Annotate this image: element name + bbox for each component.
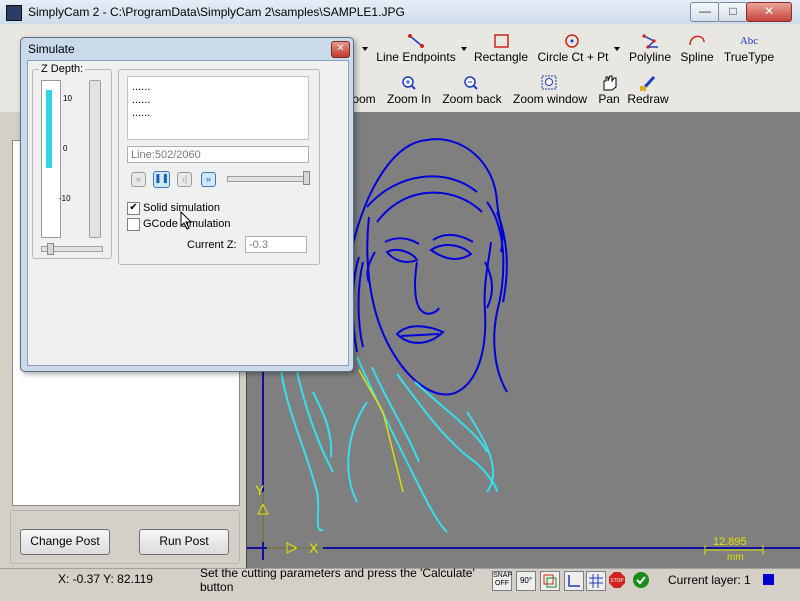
truetype-button[interactable]: Abc TrueType	[722, 32, 776, 68]
change-post-button[interactable]: Change Post	[20, 529, 110, 555]
fast-forward-button[interactable]: »	[201, 172, 216, 187]
z-depth-slider-thumb[interactable]	[47, 243, 54, 255]
snap-off-icon[interactable]: SNAP OFF	[492, 571, 512, 591]
app-icon	[6, 5, 22, 21]
rectangle-button[interactable]: Rectangle	[472, 32, 530, 68]
z-tick-label: -10	[59, 194, 71, 203]
simulate-body: Z Depth: 10 0 -10 ...... ...... ...... L…	[27, 60, 349, 366]
layer-color-swatch[interactable]	[763, 574, 774, 585]
zoom-window-label: Zoom window	[512, 92, 588, 106]
polyline-button[interactable]: Polyline	[626, 32, 674, 68]
toolpath-drawing	[280, 356, 498, 533]
axis-y-label: Y	[255, 482, 265, 498]
current-z-field: -0.3	[245, 236, 307, 253]
simulation-controls-group: ...... ...... ...... Line:502/2060 « ❚❚ …	[118, 69, 320, 265]
pan-hand-icon	[603, 75, 617, 91]
z-depth-label: Z Depth:	[39, 63, 86, 75]
pause-button[interactable]: ❚❚	[153, 171, 170, 188]
zoom-window-button[interactable]: Zoom window	[510, 74, 590, 110]
simulation-speed-slider[interactable]	[227, 176, 309, 182]
log-line: ......	[132, 107, 151, 119]
axis-x-label: X	[309, 540, 319, 556]
angle-90-icon[interactable]: 90°	[516, 571, 536, 591]
close-window-button[interactable]: ✕	[746, 2, 792, 22]
window-title-bar: SimplyCam 2 - C:\ProgramData\SimplyCam 2…	[0, 0, 800, 25]
scale-unit: mm	[727, 552, 744, 563]
scale-value: 12.895	[713, 536, 747, 548]
pan-label: Pan	[598, 92, 620, 106]
truetype-label: TrueType	[723, 50, 775, 64]
current-layer-label: Current layer: 1	[668, 573, 751, 587]
redraw-label: Redraw	[627, 92, 669, 106]
spline-button[interactable]: Spline	[678, 32, 716, 68]
redraw-brush-icon	[640, 75, 656, 91]
current-z-label: Current Z:	[187, 239, 237, 251]
dropdown-arrow-icon[interactable]	[461, 47, 467, 51]
log-line: ......	[132, 81, 151, 93]
line-position-field: Line:502/2060	[127, 146, 309, 163]
circle-ct-pt-button[interactable]: Circle Ct + Pt	[536, 32, 610, 68]
zoom-back-button[interactable]: Zoom back	[440, 74, 504, 110]
z-depth-bar	[46, 90, 52, 168]
truetype-icon: Abc	[739, 35, 759, 47]
zoom-in-label: Zoom In	[386, 92, 431, 106]
run-post-button[interactable]: Run Post	[139, 529, 229, 555]
maximize-button[interactable]: □	[718, 2, 748, 22]
line-endpoints-icon	[408, 34, 424, 48]
line-endpoints-label: Line Endpoints	[376, 50, 456, 64]
simulate-dialog: Simulate ✕ Z Depth: 10 0 -10 ...... ....…	[20, 37, 354, 372]
layers-icon[interactable]	[540, 571, 560, 591]
minimize-button[interactable]: —	[690, 2, 720, 22]
svg-text:STOP: STOP	[610, 578, 624, 584]
grid-icon[interactable]	[586, 571, 606, 591]
gcode-simulation-checkbox[interactable]	[127, 218, 140, 231]
step-button[interactable]: ›|	[177, 172, 192, 187]
circle-icon	[565, 34, 579, 48]
window-title: SimplyCam 2 - C:\ProgramData\SimplyCam 2…	[28, 5, 405, 19]
polyline-label: Polyline	[628, 50, 672, 64]
mouse-cursor-icon	[180, 211, 193, 230]
line-endpoints-button[interactable]: Line Endpoints	[374, 32, 458, 68]
status-message: Set the cutting parameters and press the…	[200, 566, 475, 594]
simulate-dialog-title: Simulate	[28, 42, 75, 56]
polyline-icon	[642, 34, 658, 49]
zoom-in-icon	[402, 76, 416, 90]
rectangle-icon	[494, 34, 509, 48]
circle-ct-pt-label: Circle Ct + Pt	[537, 50, 609, 64]
zoom-in-button[interactable]: Zoom In	[384, 74, 434, 110]
solid-simulation-checkbox[interactable]: ✔	[127, 202, 140, 215]
spline-icon	[689, 35, 705, 46]
pan-button[interactable]: Pan	[594, 74, 624, 110]
z-depth-group: Z Depth: 10 0 -10	[32, 63, 112, 259]
check-icon[interactable]	[632, 571, 650, 589]
spline-label: Spline	[680, 50, 714, 64]
simulate-close-button[interactable]: ✕	[331, 41, 350, 58]
speed-slider-thumb[interactable]	[303, 171, 310, 185]
zoom-back-label: Zoom back	[442, 92, 502, 106]
z-tick-label: 0	[63, 144, 68, 153]
stop-icon[interactable]: STOP	[608, 571, 626, 589]
cursor-coordinates: X: -0.37 Y: 82.119	[58, 572, 153, 586]
redraw-button[interactable]: Redraw	[626, 74, 670, 110]
zoom-window-icon	[541, 75, 557, 90]
rectangle-label: Rectangle	[473, 50, 529, 64]
ortho-icon[interactable]	[564, 571, 584, 591]
dropdown-arrow-icon[interactable]	[362, 47, 368, 51]
dropdown-arrow-icon[interactable]	[614, 47, 620, 51]
zoom-back-icon	[464, 76, 478, 90]
log-line: ......	[132, 94, 151, 106]
rewind-button[interactable]: «	[131, 172, 146, 187]
z-depth-vertical-slider[interactable]	[89, 80, 101, 238]
z-tick-label: 10	[63, 94, 72, 103]
face-drawing	[350, 138, 508, 396]
simulation-log: ...... ...... ......	[127, 76, 309, 140]
